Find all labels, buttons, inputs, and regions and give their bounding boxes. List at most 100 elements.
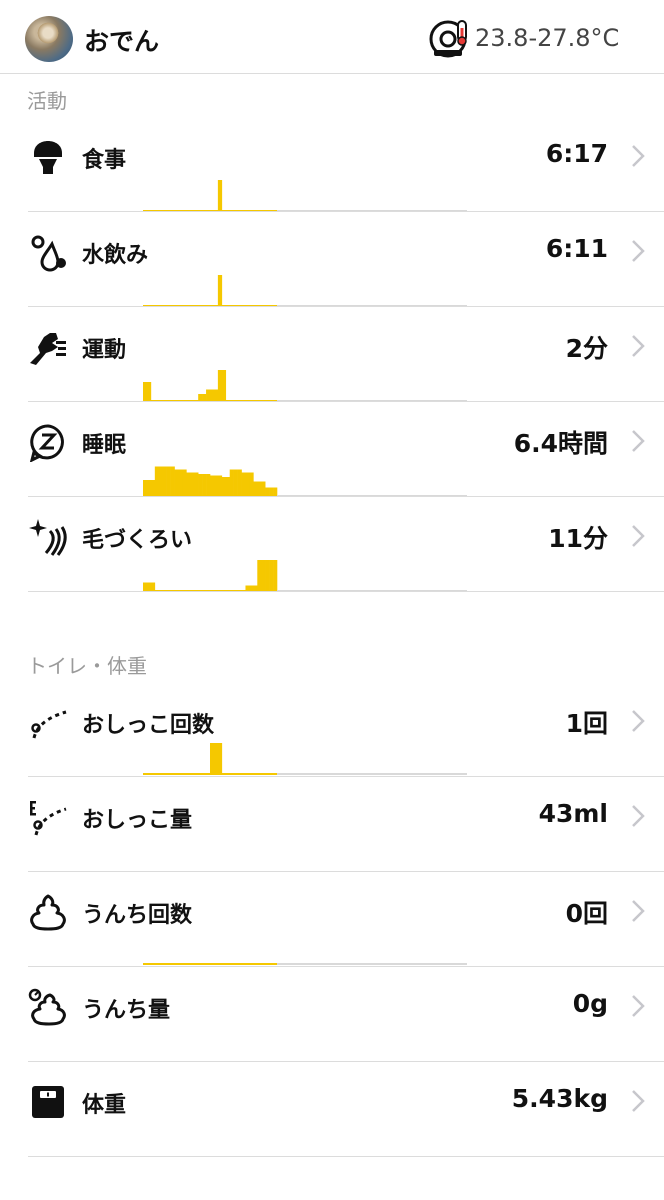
- sparkline-bar: [217, 275, 223, 305]
- row-exercise[interactable]: 運動 2分: [0, 307, 664, 402]
- sparkline-bar: [206, 389, 211, 400]
- chevron-right-icon: [632, 805, 645, 827]
- row-sleep[interactable]: 睡眠 6.4時間: [0, 402, 664, 497]
- row-poop-amount[interactable]: うんち量 0g: [0, 967, 664, 1062]
- sparkline-bar: [154, 466, 160, 495]
- sparkline-bar: [186, 472, 191, 495]
- pet-name[interactable]: おでん: [84, 22, 159, 58]
- row-label: 運動: [82, 338, 127, 363]
- sparkline-bar: [217, 743, 223, 773]
- sparkline-bar: [210, 389, 215, 400]
- sparkline-bar: [198, 474, 203, 495]
- sparkline-bar: [213, 743, 219, 773]
- pet-avatar[interactable]: [25, 16, 73, 62]
- row-value: 11分: [548, 524, 608, 553]
- sparkline-bar: [213, 389, 219, 400]
- sparkline-bar: [146, 480, 152, 495]
- activity-sparkline: [143, 275, 467, 307]
- activity-sparkline: [143, 963, 467, 965]
- sparkline-bar: [273, 560, 278, 590]
- poop-amount-icon: [28, 988, 66, 1026]
- sparkline-bar: [249, 472, 254, 495]
- sparkline-bar: [210, 475, 215, 495]
- section-label-activity: 活動: [27, 89, 67, 113]
- activity-sparkline: [143, 370, 467, 402]
- sparkline-bar: [269, 560, 274, 590]
- sparkline-bar: [253, 585, 258, 590]
- chevron-right-icon: [632, 145, 645, 167]
- row-meal[interactable]: 食事 6:17: [0, 117, 664, 212]
- sparkline-bar: [245, 585, 250, 590]
- row-divider: [28, 591, 664, 592]
- sparkline-bar: [146, 382, 152, 400]
- sparkline-bar: [206, 474, 211, 495]
- row-value: 5.43kg: [511, 1084, 608, 1113]
- sparkline-bar: [249, 585, 254, 590]
- sparkline-bar: [182, 469, 187, 495]
- sparkline-bar: [146, 582, 152, 590]
- sparkline-bar: [190, 472, 195, 495]
- row-drink[interactable]: 水飲み 6:11: [0, 212, 664, 307]
- row-value: 6:11: [545, 234, 608, 263]
- sparkline-bar: [217, 475, 223, 495]
- sparkline-bar: [150, 480, 156, 495]
- chevron-right-icon: [632, 995, 645, 1017]
- row-value: 43ml: [538, 799, 608, 828]
- sparkline-bar: [253, 481, 258, 495]
- row-label: うんち量: [82, 998, 171, 1023]
- sparkline-bar: [265, 560, 270, 590]
- sparkline-bar: [217, 180, 223, 210]
- activity-sparkline: [143, 743, 467, 775]
- sparkline-bar: [221, 477, 227, 495]
- sparkline-accent-baseline: [143, 963, 277, 965]
- chevron-right-icon: [632, 335, 645, 357]
- chevron-right-icon: [632, 525, 645, 547]
- sparkline-bar: [166, 466, 171, 495]
- app-header: おでん 23.8-27.8°C: [0, 0, 664, 74]
- sparkline-bar: [273, 487, 278, 495]
- sleep-z-icon: [29, 424, 64, 462]
- row-pee-count[interactable]: おしっこ回数 1回: [0, 682, 664, 777]
- row-label: 食事: [82, 148, 127, 173]
- poop-icon: [30, 894, 66, 931]
- sparkline-bar: [198, 394, 203, 400]
- sparkline-bar: [213, 475, 219, 495]
- sparkline-accent-baseline: [143, 773, 277, 775]
- sparkline-bar: [261, 560, 266, 590]
- sparkline-bar: [241, 472, 246, 495]
- sparkline-bar: [245, 472, 250, 495]
- pee-amount-icon: [30, 801, 67, 836]
- bowl-icon: [34, 141, 62, 174]
- sparkline-bar: [233, 469, 238, 495]
- sparkline-bar: [170, 466, 175, 495]
- row-value: 0g: [572, 989, 608, 1018]
- row-grooming[interactable]: 毛づくろい 11分: [0, 497, 664, 592]
- running-cat-icon: [30, 333, 66, 365]
- sparkline-bar: [143, 582, 148, 590]
- sparkline-bar: [178, 469, 183, 495]
- chevron-right-icon: [632, 900, 645, 922]
- row-value: 1回: [565, 709, 608, 738]
- activity-sparkline: [143, 466, 467, 497]
- sparkline-bar: [237, 469, 242, 495]
- activity-sparkline: [143, 560, 467, 592]
- sparkline-bar: [269, 487, 274, 495]
- sparkline-bar: [257, 560, 262, 590]
- row-weight[interactable]: 体重 5.43kg: [0, 1062, 664, 1157]
- row-pee-amount[interactable]: おしっこ量 43ml: [0, 777, 664, 872]
- chevron-right-icon: [632, 240, 645, 262]
- row-value: 6:17: [545, 139, 608, 168]
- row-poop-count[interactable]: うんち回数 0回: [0, 872, 664, 967]
- row-divider: [28, 1156, 664, 1157]
- sparkline-bar: [143, 480, 148, 495]
- sparkline-bar: [162, 466, 167, 495]
- sparkle-lick-icon: [29, 519, 67, 556]
- activity-sparkline: [143, 180, 467, 212]
- sparkline-bar: [143, 382, 148, 400]
- sparkline-bar: [225, 477, 230, 495]
- sparkline-bar: [194, 472, 199, 495]
- sparkline-bar: [202, 474, 207, 495]
- sparkline-bar: [210, 743, 215, 773]
- temperature-range: 23.8-27.8°C: [475, 24, 620, 52]
- sparkline-bar: [150, 582, 156, 590]
